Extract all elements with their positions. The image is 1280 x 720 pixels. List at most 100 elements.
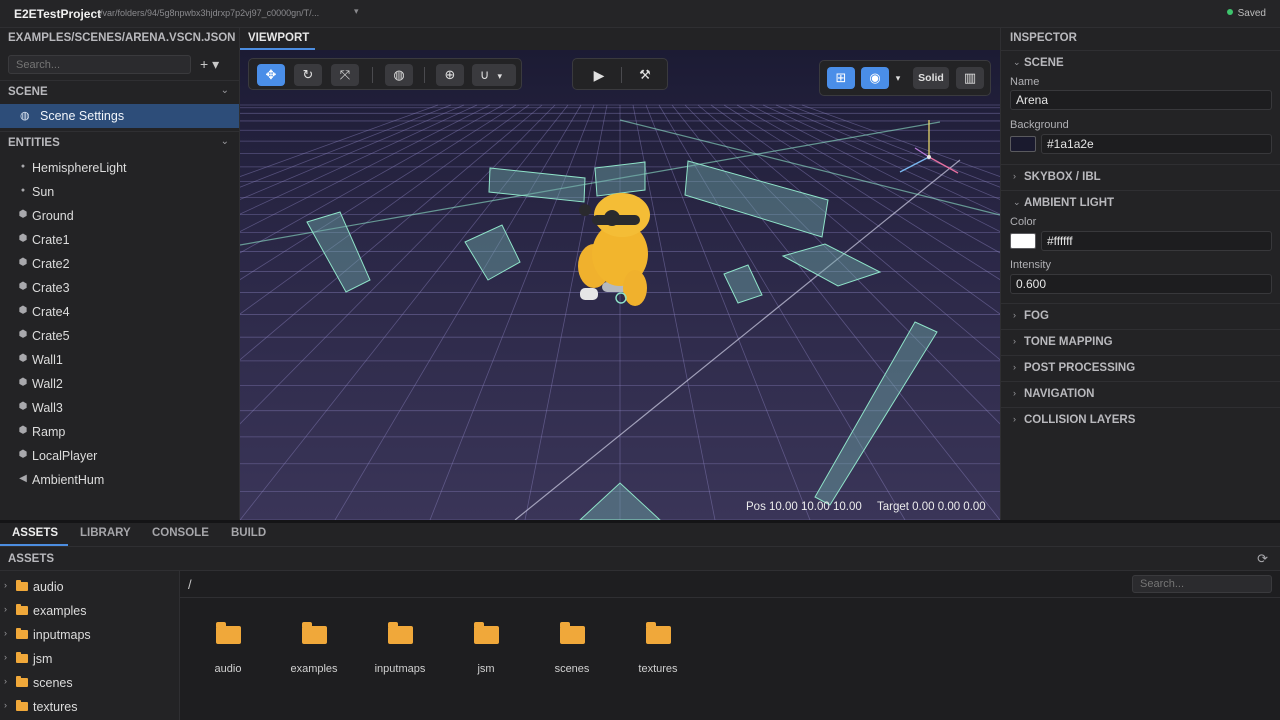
ambient-color-field[interactable] — [1041, 231, 1272, 251]
tree-folder-item[interactable]: › inputmaps — [0, 623, 179, 647]
tab-library[interactable]: LIBRARY — [80, 527, 131, 539]
hierarchy-search-input[interactable] — [8, 55, 191, 74]
entity-item[interactable]: ⬢ Wall3 — [0, 396, 239, 420]
globe-icon: ◍ — [393, 67, 405, 82]
scale-tool-button[interactable]: ⤧ — [331, 64, 359, 86]
wall2-mesh — [684, 160, 829, 238]
name-field[interactable] — [1010, 90, 1272, 110]
entity-item[interactable]: ⬢ Crate4 — [0, 300, 239, 324]
inspector-section[interactable]: › NAVIGATION — [1001, 381, 1280, 407]
color-label: Color — [1010, 216, 1037, 228]
entity-item[interactable]: ● HemisphereLight — [0, 156, 239, 180]
build-button[interactable]: ⚒ — [631, 64, 659, 86]
entities-section-header[interactable]: ENTITIES ⌄ — [0, 131, 239, 153]
bar-chart-icon: ▥ — [963, 70, 977, 85]
visibility-toggle-button[interactable]: ◉ — [861, 67, 889, 89]
background-color-swatch[interactable] — [1010, 136, 1036, 152]
wall1-mesh — [488, 167, 586, 203]
ambient-color-swatch[interactable] — [1010, 233, 1036, 249]
skybox-section-label: SKYBOX / IBL — [1024, 171, 1101, 183]
asset-folder-tile[interactable]: audio — [188, 622, 268, 683]
skybox-section[interactable]: › SKYBOX / IBL — [1001, 164, 1280, 190]
transform-toolbar: ✥ ↻ ⤧ ◍ ⊕ ∪ ▾ — [248, 58, 522, 90]
pivot-button[interactable]: ⊕ — [436, 64, 464, 86]
tree-folder-label: examples — [33, 604, 87, 618]
entity-item[interactable]: ⬢ Wall1 — [0, 348, 239, 372]
move-tool-button[interactable]: ✥ — [257, 64, 285, 86]
cube-icon: ⬢ — [18, 449, 28, 460]
asset-folder-tile[interactable]: inputmaps — [360, 622, 440, 683]
entity-item[interactable]: ⬢ Ground — [0, 204, 239, 228]
entity-item[interactable]: ◀ AmbientHum — [0, 468, 239, 492]
background-color-field[interactable] — [1041, 134, 1272, 154]
inspector-section-label: POST PROCESSING — [1024, 362, 1136, 374]
inspector-section[interactable]: › TONE MAPPING — [1001, 329, 1280, 355]
world-space-button[interactable]: ◍ — [385, 64, 413, 86]
entity-item[interactable]: ⬢ Crate3 — [0, 276, 239, 300]
viewport-3d[interactable]: ✥ ↻ ⤧ ◍ ⊕ ∪ ▾ ▶ ⚒ ⊞ ◉ ▾ Solid ▥ Pos 10.00… — [240, 50, 1000, 520]
add-entity-button[interactable]: + ▾ — [200, 56, 219, 73]
asset-search-input[interactable] — [1132, 575, 1272, 593]
scene-section-label: SCENE — [1024, 57, 1064, 69]
asset-folder-tile[interactable]: jsm — [446, 622, 526, 683]
intensity-field[interactable] — [1010, 274, 1272, 294]
entity-item[interactable]: ● Sun — [0, 180, 239, 204]
ambient-light-section-label: AMBIENT LIGHT — [1024, 197, 1115, 209]
shading-mode-button[interactable]: Solid — [913, 67, 949, 89]
entity-label: Wall3 — [32, 401, 63, 415]
snap-button[interactable]: ∪ ▾ — [472, 64, 516, 86]
tab-viewport[interactable]: VIEWPORT — [240, 28, 315, 50]
tree-folder-item[interactable]: › textures — [0, 695, 179, 719]
stats-button[interactable]: ▥ — [956, 67, 984, 89]
scene-settings-item[interactable]: ◍ Scene Settings — [0, 104, 239, 128]
entity-label: Wall1 — [32, 353, 63, 367]
globe-icon: ◍ — [20, 110, 30, 122]
tree-folder-item[interactable]: › examples — [0, 599, 179, 623]
ambient-light-section[interactable]: ⌄ AMBIENT LIGHT — [1001, 190, 1280, 216]
entity-item[interactable]: ⬢ LocalPlayer — [0, 444, 239, 468]
entity-item[interactable]: ⬢ Crate2 — [0, 252, 239, 276]
project-name[interactable]: E2ETestProject — [14, 7, 101, 21]
chevron-right-icon[interactable]: › — [4, 604, 7, 614]
chevron-right-icon[interactable]: › — [4, 628, 7, 638]
chevron-right-icon[interactable]: › — [4, 676, 7, 686]
entity-item[interactable]: ⬢ Crate1 — [0, 228, 239, 252]
inspector-section[interactable]: › FOG — [1001, 303, 1280, 329]
eye-icon: ◉ — [869, 70, 881, 85]
play-button[interactable]: ▶ — [585, 64, 613, 86]
refresh-icon[interactable]: ⟳ — [1257, 551, 1268, 567]
scene-section[interactable]: ⌄ SCENE — [1001, 50, 1280, 76]
rotate-tool-button[interactable]: ↻ — [294, 64, 322, 86]
chevron-down-icon: ⌄ — [220, 85, 229, 96]
scene-section-header[interactable]: SCENE ⌄ — [0, 80, 239, 102]
inspector-section[interactable]: › COLLISION LAYERS — [1001, 407, 1280, 433]
visibility-dropdown-icon[interactable]: ▾ — [890, 67, 906, 89]
folder-icon — [16, 604, 28, 615]
asset-folder-tile[interactable]: scenes — [532, 622, 612, 683]
chevron-right-icon[interactable]: › — [4, 580, 7, 590]
scene-render — [240, 104, 1000, 520]
tree-folder-label: textures — [33, 700, 78, 714]
grid-toggle-button[interactable]: ⊞ — [827, 67, 855, 89]
entity-item[interactable]: ⬢ Wall2 — [0, 372, 239, 396]
inspector-section[interactable]: › POST PROCESSING — [1001, 355, 1280, 381]
chevron-down-icon: ⌄ — [220, 136, 229, 147]
entity-item[interactable]: ⬢ Ramp — [0, 420, 239, 444]
tab-build[interactable]: BUILD — [231, 527, 266, 539]
path-dropdown-icon[interactable]: ▾ — [354, 6, 359, 17]
tree-folder-item[interactable]: › audio — [0, 575, 179, 599]
entity-item[interactable]: ⬢ Crate5 — [0, 324, 239, 348]
asset-folder-tile[interactable]: textures — [618, 622, 698, 683]
chevron-right-icon[interactable]: › — [4, 652, 7, 662]
chevron-right-icon[interactable]: › — [4, 700, 7, 710]
tree-folder-item[interactable]: › jsm — [0, 647, 179, 671]
assets-header-label: ASSETS — [8, 553, 55, 565]
tab-assets[interactable]: ASSETS — [12, 527, 58, 539]
asset-folder-label: jsm — [477, 663, 495, 675]
tab-console[interactable]: CONSOLE — [152, 527, 209, 539]
snap-dropdown-icon[interactable]: ▾ — [498, 71, 503, 81]
asset-folder-tile[interactable]: examples — [274, 622, 354, 683]
tree-folder-item[interactable]: › scenes — [0, 671, 179, 695]
asset-breadcrumb[interactable]: / — [188, 577, 192, 592]
title-bar: E2ETestProject /var/folders/94/5g8npwbx3… — [0, 0, 1280, 28]
